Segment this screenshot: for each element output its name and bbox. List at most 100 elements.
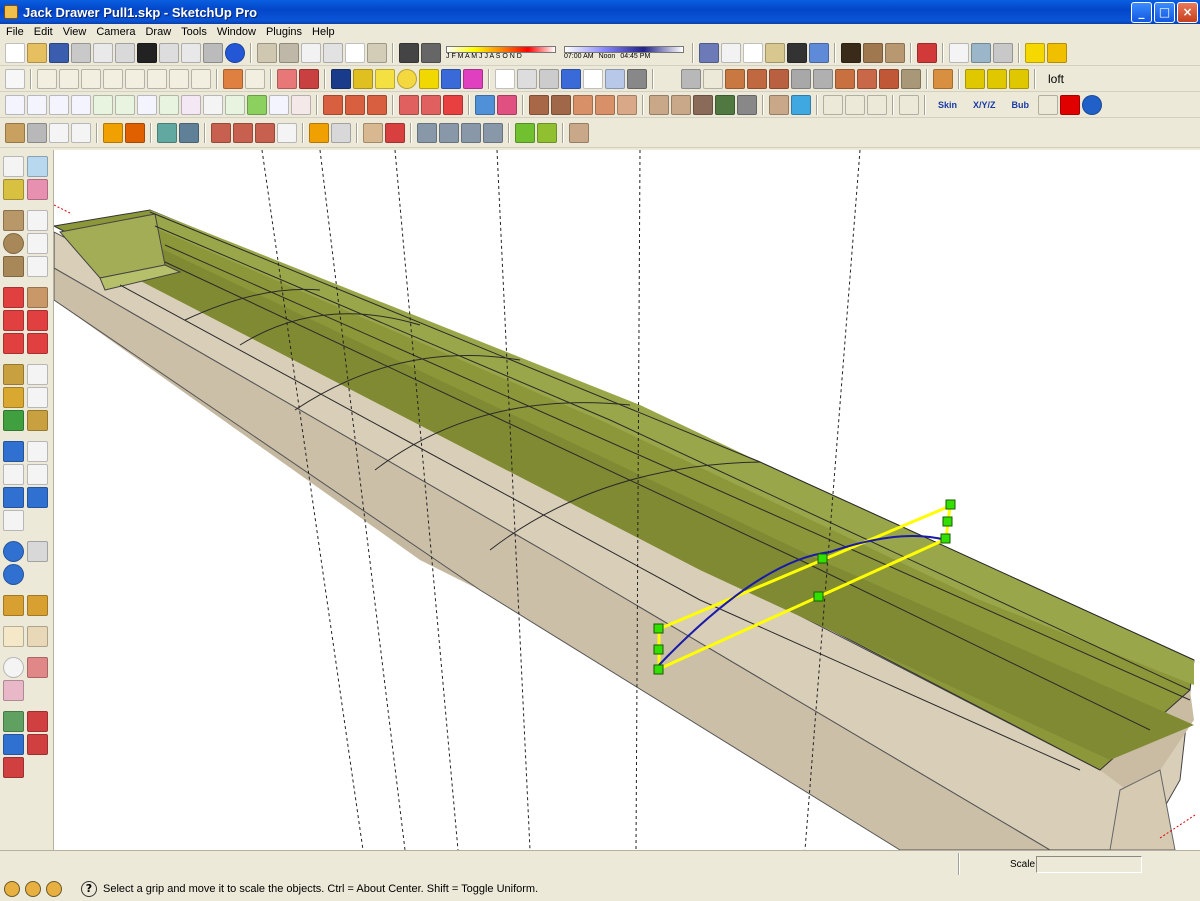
instructor-help-icon[interactable]: ? xyxy=(81,880,97,897)
section-plane-icon[interactable] xyxy=(27,626,48,647)
grip-mid-left[interactable] xyxy=(653,644,664,655)
sun-icon[interactable] xyxy=(397,68,417,89)
grip-top-left[interactable] xyxy=(653,623,664,634)
open-icon[interactable] xyxy=(27,42,47,63)
grip-top-right[interactable] xyxy=(945,499,956,510)
offset-icon[interactable] xyxy=(245,68,265,89)
cut-icon[interactable] xyxy=(71,42,91,63)
pipe-icon[interactable] xyxy=(27,122,47,143)
mesh-icon[interactable] xyxy=(417,122,437,143)
orbit-icon[interactable] xyxy=(3,441,24,462)
dado-icon[interactable] xyxy=(617,94,637,115)
color-blocks-icon[interactable] xyxy=(441,68,461,89)
burst-icon[interactable] xyxy=(125,122,145,143)
menu-window[interactable]: Window xyxy=(213,26,262,38)
model-viewport[interactable] xyxy=(54,150,1200,850)
sign-in-icon[interactable] xyxy=(46,880,62,897)
board-icon[interactable] xyxy=(835,68,855,89)
house-outline-icon[interactable] xyxy=(345,42,365,63)
frame-icon[interactable] xyxy=(569,122,589,143)
copy-icon[interactable] xyxy=(93,42,113,63)
next-view-icon[interactable] xyxy=(27,487,48,508)
gizmo-icon[interactable] xyxy=(627,68,647,89)
grass-icon[interactable] xyxy=(515,122,535,143)
warehouse-icon[interactable] xyxy=(257,42,277,63)
3d-text-icon[interactable] xyxy=(27,410,48,431)
profile-a-icon[interactable] xyxy=(965,68,985,89)
ring-icon[interactable] xyxy=(225,94,245,115)
paint-bucket-icon[interactable] xyxy=(3,179,24,200)
blob-icon[interactable] xyxy=(269,94,289,115)
shaded-icon[interactable] xyxy=(765,42,785,63)
plane-icon[interactable] xyxy=(823,94,843,115)
undo-icon[interactable] xyxy=(159,42,179,63)
arch-icon[interactable] xyxy=(181,94,201,115)
grip-mid-right[interactable] xyxy=(942,516,953,527)
angle-icon[interactable] xyxy=(583,68,603,89)
textured-icon[interactable] xyxy=(787,42,807,63)
menu-help[interactable]: Help xyxy=(308,26,341,38)
axes-tool-icon[interactable] xyxy=(3,410,24,431)
freehand-icon[interactable] xyxy=(27,256,48,277)
block-icon[interactable] xyxy=(725,68,745,89)
sandbox-d-icon[interactable] xyxy=(27,734,48,755)
box-tan-icon[interactable] xyxy=(363,122,383,143)
zoom-window-icon[interactable] xyxy=(27,464,48,485)
shadows-toggle-icon[interactable] xyxy=(399,42,419,63)
dynamic-component-icon[interactable] xyxy=(3,626,24,647)
offset-rect-icon[interactable] xyxy=(223,68,243,89)
xray-icon[interactable] xyxy=(699,42,719,63)
sandbox-c-icon[interactable] xyxy=(3,734,24,755)
hidden-line-icon[interactable] xyxy=(743,42,763,63)
make-component-icon[interactable] xyxy=(27,156,48,177)
dial-icon[interactable] xyxy=(845,94,865,115)
panel-icon[interactable] xyxy=(681,68,701,89)
offset-tool-icon[interactable] xyxy=(27,333,48,354)
zoom-extents-icon[interactable] xyxy=(3,510,24,531)
ruby-ms-icon[interactable] xyxy=(1047,42,1067,63)
monochrome-icon[interactable] xyxy=(809,42,829,63)
share-icon[interactable] xyxy=(323,42,343,63)
folder-icon[interactable] xyxy=(769,94,789,115)
pie-icon[interactable] xyxy=(169,68,189,89)
menu-file[interactable]: File xyxy=(2,26,30,38)
walk-icon[interactable] xyxy=(3,680,24,701)
profile-n-icon[interactable] xyxy=(1009,68,1029,89)
arc-blue-icon[interactable] xyxy=(137,94,157,115)
cubic-icon[interactable] xyxy=(71,94,91,115)
house-icon[interactable] xyxy=(301,42,321,63)
bub-button[interactable]: Bub xyxy=(1008,98,1034,112)
redo-icon[interactable] xyxy=(181,42,201,63)
bow-tie-icon[interactable] xyxy=(693,94,713,115)
arc-icon[interactable] xyxy=(147,68,167,89)
rotate-red-icon[interactable] xyxy=(399,94,419,115)
outliner-icon[interactable] xyxy=(993,42,1013,63)
menu-view[interactable]: View xyxy=(59,26,93,38)
menu-edit[interactable]: Edit xyxy=(30,26,59,38)
select-arrow-icon[interactable] xyxy=(495,68,515,89)
menu-tools[interactable]: Tools xyxy=(177,26,213,38)
film-icon[interactable] xyxy=(331,68,351,89)
wrench-icon[interactable] xyxy=(247,94,267,115)
date-slider-bar[interactable] xyxy=(446,45,556,53)
geo-location-icon[interactable] xyxy=(4,880,20,897)
look-around-icon[interactable] xyxy=(27,657,48,678)
eraser-icon[interactable] xyxy=(27,179,48,200)
dimension-icon[interactable] xyxy=(27,364,48,385)
menu-plugins[interactable]: Plugins xyxy=(262,26,308,38)
camera-icon[interactable] xyxy=(917,42,937,63)
zigzag-icon[interactable] xyxy=(203,94,223,115)
paste-icon[interactable] xyxy=(115,42,135,63)
solid-union-icon[interactable] xyxy=(475,94,495,115)
wireframe-icon[interactable] xyxy=(721,42,741,63)
box-red-icon[interactable] xyxy=(385,122,405,143)
joint-icon[interactable] xyxy=(857,68,877,89)
diamond-icon[interactable] xyxy=(299,68,319,89)
rectangle-icon[interactable] xyxy=(37,68,57,89)
parallelogram-icon[interactable] xyxy=(125,68,145,89)
pan-icon[interactable] xyxy=(27,441,48,462)
move-icon[interactable] xyxy=(3,287,24,308)
maximize-button[interactable]: □ xyxy=(1154,1,1175,23)
menu-draw[interactable]: Draw xyxy=(141,26,177,38)
photo-texture-icon[interactable] xyxy=(841,42,861,63)
